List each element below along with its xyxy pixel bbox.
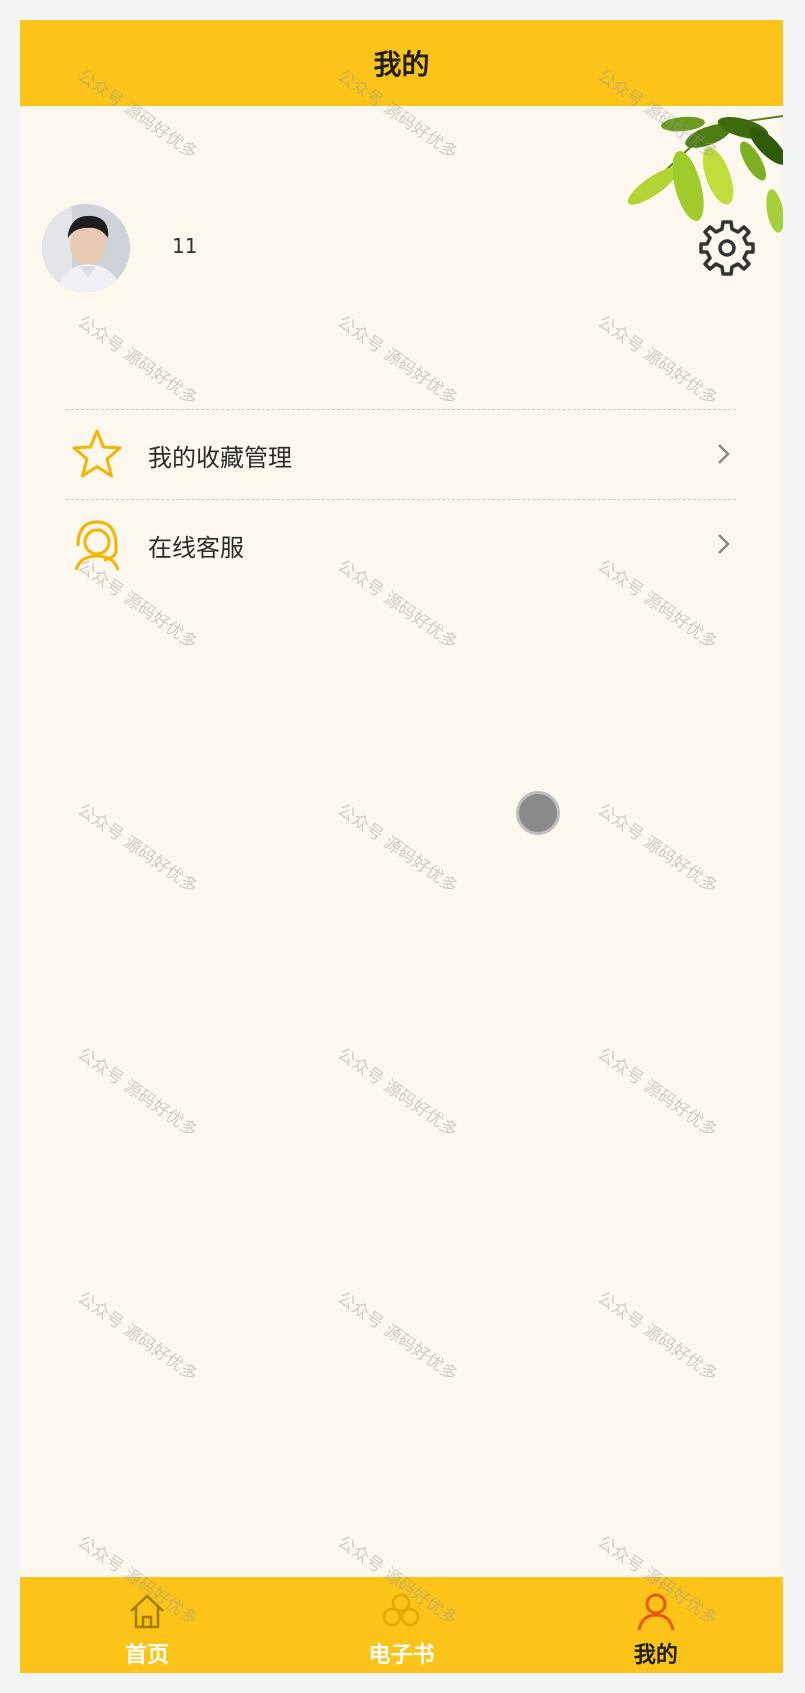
star-icon xyxy=(72,429,122,478)
chevron-right-icon xyxy=(718,444,730,464)
menu-item-customer-service[interactable]: 在线客服 xyxy=(66,499,736,589)
chevron-right-icon xyxy=(718,534,730,554)
tab-ebook[interactable]: 电子书 xyxy=(274,1577,528,1673)
avatar[interactable] xyxy=(42,204,130,292)
home-icon xyxy=(130,1594,165,1629)
menu-list: 我的收藏管理 在线客服 xyxy=(66,409,736,589)
username: 11 xyxy=(172,234,198,258)
page-title: 我的 xyxy=(373,48,430,81)
menu-item-favorites[interactable]: 我的收藏管理 xyxy=(66,409,736,499)
menu-item-label: 在线客服 xyxy=(148,534,244,562)
tab-home[interactable]: 首页 xyxy=(20,1577,274,1673)
book-icon xyxy=(383,1593,420,1627)
tab-label: 我的 xyxy=(633,1643,678,1668)
bottom-tab-bar: 首页 电子书 我的 xyxy=(20,1577,783,1673)
app-screen: 我的 11 我的收藏管理 在线客服 首页 电子书 我的 xyxy=(20,20,783,1673)
user-icon xyxy=(637,1593,675,1631)
gear-icon[interactable] xyxy=(697,218,757,278)
headset-icon xyxy=(74,520,120,571)
tab-mine[interactable]: 我的 xyxy=(529,1577,783,1673)
header-bar: 我的 xyxy=(20,20,783,106)
profile-section: 11 xyxy=(42,204,762,294)
tab-label: 首页 xyxy=(125,1643,170,1668)
tab-label: 电子书 xyxy=(368,1643,435,1668)
menu-item-label: 我的收藏管理 xyxy=(148,444,292,472)
floating-assistive-button[interactable] xyxy=(516,791,560,835)
